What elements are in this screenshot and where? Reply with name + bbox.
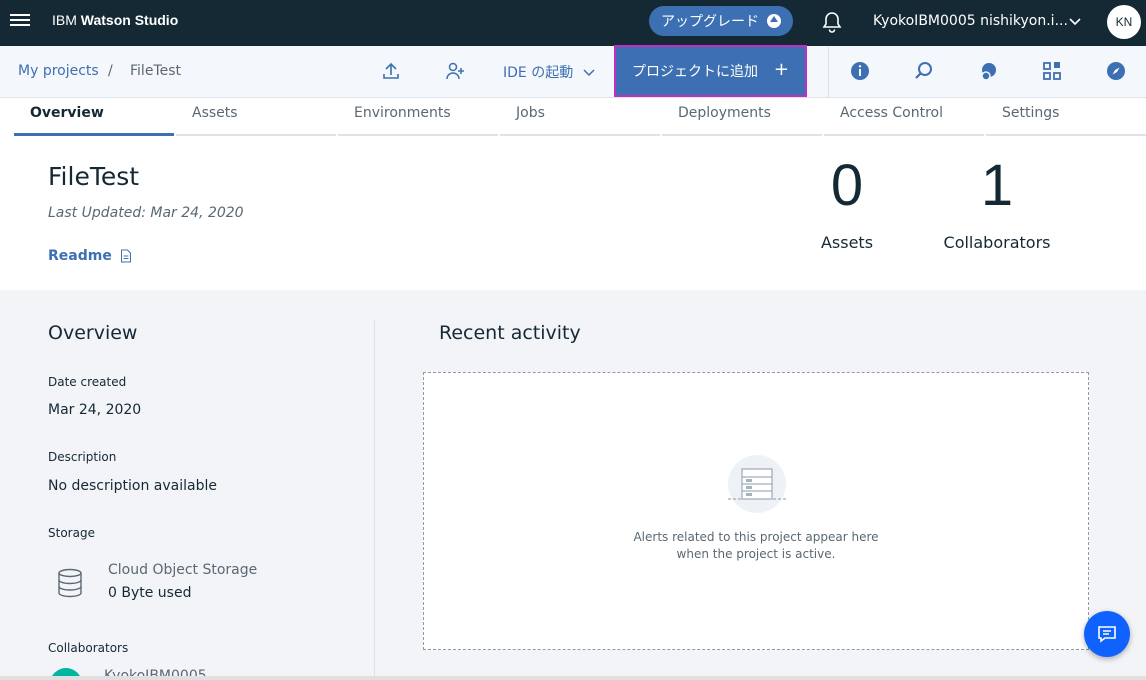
recent-activity-panel: Alerts related to this project appear he… <box>423 372 1089 650</box>
last-updated-text: Last Updated: Mar 24, 2020 <box>48 205 244 221</box>
info-icon[interactable] <box>849 60 871 82</box>
date-created-value: Mar 24, 2020 <box>48 402 142 418</box>
assets-count: 0 <box>830 153 864 218</box>
launch-ide-dropdown[interactable]: IDE の起動 <box>503 62 595 82</box>
project-header: FileTest Last Updated: Mar 24, 2020 Read… <box>0 136 1146 290</box>
storage-usage: 0 Byte used <box>108 585 192 601</box>
collaborators-count: 1 <box>980 153 1014 218</box>
tab-deployments[interactable]: Deployments <box>662 98 822 136</box>
tab-jobs[interactable]: Jobs <box>500 98 660 136</box>
toolbar-divider <box>828 46 829 98</box>
apps-grid-icon[interactable] <box>1041 60 1063 82</box>
user-avatar[interactable]: KN <box>1107 5 1141 39</box>
upgrade-arrow-icon <box>767 14 781 28</box>
document-icon <box>120 249 131 263</box>
project-tabs: Overview Assets Environments Jobs Deploy… <box>0 98 1146 136</box>
chevron-down-icon <box>583 69 595 77</box>
search-assets-icon[interactable] <box>913 60 935 82</box>
recent-activity-heading: Recent activity <box>439 322 581 344</box>
breadcrumb-my-projects[interactable]: My projects <box>18 63 99 79</box>
add-to-project-label: プロジェクトに追加 <box>632 64 758 80</box>
top-navigation-bar: IBM Watson Studio アップグレード KyokoIBM0005 n… <box>0 0 1146 46</box>
account-switcher[interactable]: KyokoIBM0005 nishikyon.i... <box>873 13 1068 29</box>
chat-support-button[interactable] <box>1084 611 1130 657</box>
tab-settings[interactable]: Settings <box>986 98 1146 136</box>
assistant-icon[interactable] <box>977 60 999 82</box>
compass-icon[interactable] <box>1105 60 1127 82</box>
overview-heading: Overview <box>48 322 138 344</box>
description-value: No description available <box>48 478 217 494</box>
brand-prefix: IBM <box>52 12 77 28</box>
project-toolbar: My projects / FileTest IDE の起動 <box>0 46 1146 98</box>
chat-icon <box>1098 626 1116 643</box>
database-icon <box>58 568 82 598</box>
add-to-project-button[interactable]: プロジェクトに追加 + <box>614 45 807 97</box>
upgrade-label: アップグレード <box>661 14 759 30</box>
tab-assets[interactable]: Assets <box>176 98 336 136</box>
tab-environments[interactable]: Environments <box>338 98 498 136</box>
empty-activity-illustration-icon <box>728 455 786 513</box>
launch-ide-label: IDE の起動 <box>503 65 574 81</box>
tab-overview[interactable]: Overview <box>14 98 174 136</box>
column-divider <box>374 320 375 680</box>
plus-icon: + <box>773 59 789 80</box>
collaborators-label: Collaborators <box>48 641 129 655</box>
hamburger-menu-icon[interactable] <box>10 11 30 31</box>
readme-link[interactable]: Readme <box>48 248 132 264</box>
empty-activity-text-line1: Alerts related to this project appear he… <box>633 530 879 544</box>
brand-title[interactable]: IBM Watson Studio <box>52 12 178 28</box>
breadcrumb-current-project: FileTest <box>130 63 181 79</box>
upgrade-button[interactable]: アップグレード <box>649 6 793 36</box>
notification-bell-icon[interactable] <box>820 10 844 34</box>
storage-service-link[interactable]: Cloud Object Storage <box>108 562 257 578</box>
chevron-down-icon[interactable] <box>1068 14 1082 28</box>
description-label: Description <box>48 450 117 464</box>
readme-label: Readme <box>48 248 112 264</box>
assets-count-label: Assets <box>820 233 874 252</box>
breadcrumb-separator: / <box>108 63 113 79</box>
collaborators-count-label: Collaborators <box>943 233 1051 252</box>
empty-activity-text-line2: when the project is active. <box>676 547 836 561</box>
storage-label: Storage <box>48 526 95 540</box>
brand-name: Watson Studio <box>80 12 179 28</box>
date-created-label: Date created <box>48 375 127 389</box>
upload-icon[interactable] <box>380 60 402 82</box>
project-title: FileTest <box>48 162 140 191</box>
page-bottom-edge <box>0 676 1146 680</box>
add-collaborator-icon[interactable] <box>444 60 466 82</box>
tab-access-control[interactable]: Access Control <box>824 98 984 136</box>
